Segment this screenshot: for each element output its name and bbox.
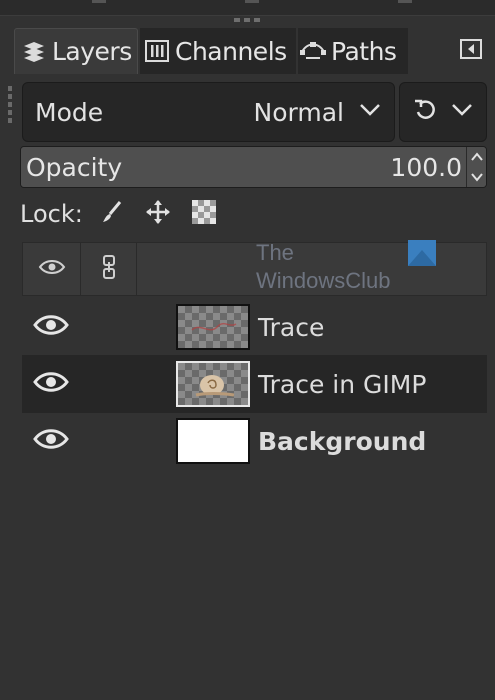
tab-label: Channels [175,36,287,66]
eye-icon [33,428,69,454]
visibility-toggle[interactable] [32,371,70,397]
lock-pixels-button[interactable] [99,201,125,227]
mode-dropdown[interactable]: Mode Normal [22,82,395,142]
chevron-down-icon[interactable] [467,167,486,187]
dock-nub [398,0,412,3]
layer-row-background[interactable]: Background [22,412,487,470]
lock-row: Lock: [20,196,237,232]
tab-channels[interactable]: Channels [140,28,296,74]
visibility-column-header[interactable] [23,243,81,295]
eye-icon [33,371,69,397]
composite-mode-dropdown[interactable] [399,82,487,142]
paintbrush-icon [100,200,124,228]
link-column-header[interactable] [81,243,137,295]
tab-label: Layers [52,37,132,66]
dock-nub [245,0,259,3]
lock-position-button[interactable] [145,199,171,229]
layers-icon [21,39,47,65]
opacity-spinscale[interactable]: Opacity 100.0 [20,146,487,188]
reset-icon [412,97,438,127]
eye-icon [38,259,66,279]
layer-row-trace[interactable]: Trace [22,298,487,356]
tab-paths[interactable]: Paths [298,28,408,74]
tab-layers[interactable]: Layers [14,28,138,74]
dock-resize-grip[interactable] [234,18,260,22]
layer-name: Trace in GIMP [258,369,427,399]
top-dock-strip [0,0,495,16]
visibility-toggle[interactable] [32,314,70,340]
dock-tabbar: Layers Channels Paths [14,28,488,74]
tab-menu-icon [460,39,482,63]
lock-alpha-button[interactable] [191,199,217,229]
layer-column-header [137,243,486,295]
panel-drag-handle[interactable] [8,86,12,126]
opacity-stepper [466,147,486,187]
chevron-up-icon[interactable] [467,147,486,167]
move-icon [145,199,171,229]
chain-icon [101,254,117,284]
tab-menu-button[interactable] [458,38,484,64]
layer-thumbnail[interactable] [176,418,250,464]
opacity-value: 100.0 [390,152,462,182]
dock-nub [92,0,106,3]
layer-name: Background [258,426,427,456]
opacity-label: Opacity [26,152,123,182]
layer-row-trace-in-gimp[interactable]: Trace in GIMP [22,355,487,413]
visibility-toggle[interactable] [32,428,70,454]
lock-label: Lock: [20,200,83,228]
chevron-down-icon [358,102,382,122]
layer-thumbnail[interactable] [176,304,250,350]
checkerboard-icon [191,199,217,229]
eye-icon [33,314,69,340]
tab-label: Paths [331,36,397,66]
channels-icon [144,38,170,64]
layer-thumbnail[interactable] [176,361,250,407]
paths-icon [300,38,326,64]
layer-list-header [22,242,487,296]
mode-value: Normal [253,97,344,127]
chevron-down-icon [450,102,474,122]
mode-label: Mode [35,97,104,127]
layer-name: Trace [258,312,325,342]
